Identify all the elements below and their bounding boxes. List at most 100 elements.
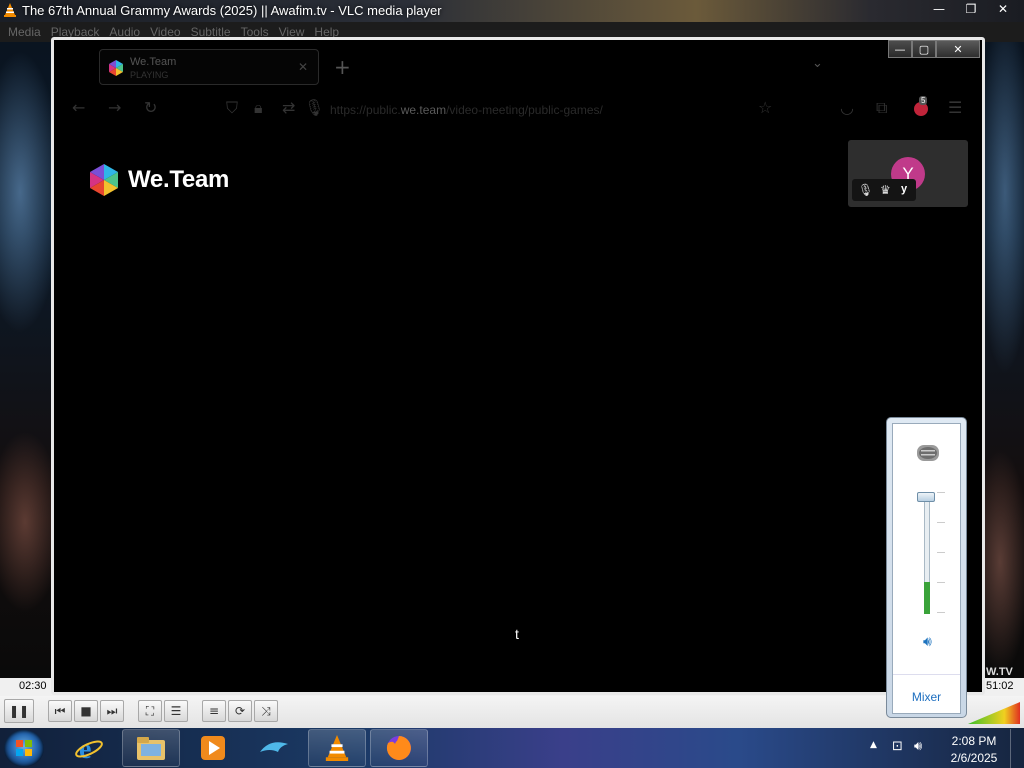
volume-level-fill: [924, 582, 930, 614]
forward-arrow-icon[interactable]: →: [108, 98, 121, 117]
divider: [893, 674, 960, 675]
bookmark-star-icon[interactable]: ☆: [758, 98, 772, 117]
clock-date[interactable]: 2/6/2025: [944, 751, 1004, 765]
weteam-logo-icon: [90, 164, 118, 196]
shuffle-button[interactable]: ⤨: [254, 700, 278, 722]
vlc-cone-icon: [4, 3, 16, 17]
volume-tray-icon[interactable]: 🔊︎: [914, 739, 922, 754]
pause-button[interactable]: ❚❚: [4, 699, 34, 723]
video-watermark: W.TV: [986, 666, 1013, 678]
permissions-icon[interactable]: ⇄: [282, 98, 295, 117]
tick-mark: [937, 522, 945, 523]
participant-info-bar: 🎙︎ ♛ y: [852, 179, 916, 201]
internet-explorer-icon: e: [75, 734, 103, 764]
tab-close-icon[interactable]: ✕: [298, 60, 308, 74]
previous-button[interactable]: ⏮: [48, 700, 72, 722]
show-hidden-icons-icon[interactable]: ▲: [870, 740, 877, 750]
stop-icon: ■: [80, 704, 92, 718]
vlc-minimize-button[interactable]: —: [924, 0, 954, 18]
back-arrow-icon[interactable]: ←: [72, 98, 85, 117]
start-button[interactable]: [4, 730, 44, 767]
media-player-icon: [201, 736, 225, 760]
logo-text: We.Team: [128, 166, 230, 193]
pause-icon: ❚❚: [8, 704, 30, 718]
taskbar-file-explorer[interactable]: [122, 729, 180, 767]
center-text: t: [515, 626, 519, 642]
weteam-logo: We.Team: [88, 164, 229, 196]
extended-settings-button[interactable]: ☰: [164, 700, 188, 722]
url-subdomain: public.: [366, 103, 401, 117]
tracking-shield-icon[interactable]: ⛉: [226, 98, 238, 118]
vlc-close-button[interactable]: ✕: [988, 0, 1018, 18]
reload-icon[interactable]: ↻: [144, 98, 157, 117]
url-domain: we.team: [400, 103, 447, 117]
browser-maximize-button[interactable]: ▢: [912, 40, 936, 58]
navigation-bar: ← → ↻ ⛉ 🔒︎ ⇄ 🎙︎ https://public.we.team/v…: [54, 92, 982, 126]
folder-icon: [137, 737, 165, 760]
show-desktop-button[interactable]: [1010, 729, 1024, 768]
taskbar-dolphin[interactable]: [246, 729, 304, 767]
tick-mark: [937, 612, 945, 613]
total-time: 51:02: [986, 680, 1014, 692]
weteam-favicon-icon: [109, 60, 123, 76]
url-bar[interactable]: https://public.we.team/video-meeting/pub…: [330, 103, 603, 117]
elapsed-time: 02:30: [19, 680, 47, 692]
speaker-device-icon: [917, 445, 939, 461]
windows-logo-icon: [16, 740, 32, 756]
tab-playing-label: PLAYING: [130, 70, 169, 80]
extensions-icon[interactable]: ⧉: [876, 98, 887, 118]
vlc-title-bar: The 67th Annual Grammy Awards (2025) || …: [0, 0, 1024, 22]
tick-mark: [937, 492, 945, 493]
previous-icon: ⏮: [54, 703, 66, 718]
playlist-button[interactable]: ≡: [202, 700, 226, 722]
taskbar-vlc[interactable]: [308, 729, 366, 767]
tab-list-chevron-icon[interactable]: ⌄: [812, 56, 823, 71]
weteam-extension-button[interactable]: 5: [912, 96, 930, 118]
next-button[interactable]: ⏭: [100, 700, 124, 722]
muted-mic-icon: 🎙︎: [858, 183, 874, 197]
fullscreen-icon: ⛶: [145, 703, 155, 718]
crown-icon: ♛: [880, 183, 891, 197]
browser-tab-weteam[interactable]: We.Team PLAYING ✕: [99, 49, 319, 85]
microphone-icon[interactable]: 🎙︎: [304, 98, 324, 117]
volume-slider-thumb[interactable]: [917, 492, 935, 502]
url-path: /video-meeting/public-games/: [446, 103, 603, 117]
firefox-icon: [386, 736, 411, 760]
vlc-maximize-button[interactable]: ❐: [956, 0, 986, 18]
vlc-volume-slider[interactable]: [968, 700, 1020, 724]
tab-title: We.Team: [130, 56, 177, 68]
tick-mark: [937, 552, 945, 553]
vlc-window-title: The 67th Annual Grammy Awards (2025) || …: [22, 3, 442, 18]
menu-hamburger-icon[interactable]: ☰: [948, 98, 962, 117]
clock-time[interactable]: 2:08 PM: [944, 734, 1004, 748]
menu-media[interactable]: Media: [6, 22, 49, 42]
vlc-taskbar-icon: [325, 735, 349, 761]
tick-mark: [937, 582, 945, 583]
equalizer-icon: ☰: [170, 704, 182, 718]
mixer-link[interactable]: Mixer: [893, 690, 960, 704]
lock-icon[interactable]: 🔒︎: [254, 98, 263, 118]
browser-close-button[interactable]: ✕: [936, 40, 980, 58]
extension-badge-count: 5: [919, 96, 928, 105]
new-tab-button[interactable]: +: [334, 55, 351, 79]
participant-tile[interactable]: Y 🎙︎ ♛ y: [848, 140, 968, 207]
pocket-icon[interactable]: ◡: [840, 98, 854, 117]
dolphin-icon: [260, 742, 288, 752]
shuffle-icon: ⤨: [261, 703, 271, 718]
loop-icon: ⟳: [234, 704, 246, 718]
participant-name: y: [901, 183, 908, 195]
taskbar-internet-explorer[interactable]: e: [60, 729, 118, 767]
volume-popup: 🔊︎ Mixer: [886, 417, 967, 718]
loop-button[interactable]: ⟳: [228, 700, 252, 722]
browser-window: — ▢ ✕ We.Team PLAYING ✕ + ⌄ ← → ↻ ⛉ 🔒︎ ⇄…: [51, 37, 985, 695]
taskbar-media-player[interactable]: [184, 729, 242, 767]
taskbar-firefox[interactable]: [370, 729, 428, 767]
browser-minimize-button[interactable]: —: [888, 40, 912, 58]
next-icon: ⏭: [106, 703, 118, 718]
network-icon[interactable]: ⊡: [892, 739, 903, 754]
playlist-icon: ≡: [208, 704, 220, 718]
mute-speaker-icon[interactable]: 🔊︎: [923, 634, 932, 650]
stop-button[interactable]: ■: [74, 700, 98, 722]
url-prefix: https://: [330, 103, 367, 117]
fullscreen-button[interactable]: ⛶: [138, 700, 162, 722]
